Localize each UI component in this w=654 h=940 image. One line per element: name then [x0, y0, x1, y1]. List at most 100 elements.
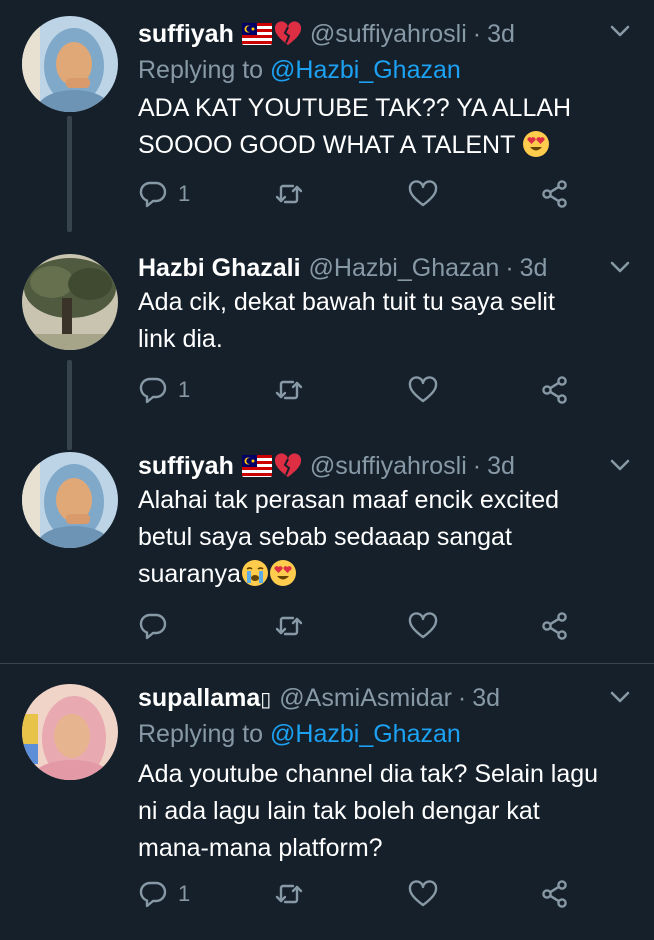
share-icon — [540, 879, 570, 909]
tweet-header: supallama▯ @AsmiAsmidar · 3d — [138, 678, 500, 718]
display-name[interactable]: suffiyah — [138, 20, 234, 49]
separator-dot: · — [472, 19, 482, 48]
share-button[interactable] — [540, 174, 570, 214]
chevron-down-icon[interactable] — [610, 260, 630, 274]
like-icon — [408, 179, 438, 209]
tweet-text: Alahai tak perasan maaf encik excited be… — [138, 482, 638, 593]
timestamp[interactable]: 3d — [487, 452, 515, 481]
replying-to: Replying to @Hazbi_Ghazan — [138, 56, 461, 85]
reply-button[interactable]: 1 — [138, 874, 190, 914]
separator-dot: · — [457, 683, 467, 712]
malaysia-flag-icon — [242, 23, 272, 45]
like-button[interactable] — [408, 606, 438, 646]
retweet-icon — [274, 179, 304, 209]
reply-button[interactable]: 1 — [138, 370, 190, 410]
text-line: link dia. — [138, 325, 223, 353]
tweet[interactable]: suffiyah @suffiyahrosli · 3d Replying to… — [0, 12, 654, 232]
chevron-down-icon[interactable] — [610, 458, 630, 472]
share-button[interactable] — [540, 606, 570, 646]
replying-label: Replying to — [138, 720, 264, 748]
display-name-suffix: ▯ — [260, 688, 272, 711]
tweet-text: ADA KAT YOUTUBE TAK?? YA ALLAH SOOOO GOO… — [138, 90, 638, 164]
text-line: mana-mana platform? — [138, 834, 383, 862]
retweet-icon — [274, 611, 304, 641]
crying-face-emoji-icon — [241, 559, 269, 587]
share-icon — [540, 179, 570, 209]
username[interactable]: @suffiyahrosli — [310, 452, 467, 481]
chevron-down-icon[interactable] — [610, 690, 630, 704]
tweet-actions: 1 — [138, 874, 598, 914]
username[interactable]: @AsmiAsmidar — [279, 684, 452, 713]
heart-eyes-emoji-icon — [522, 130, 550, 158]
retweet-button[interactable] — [274, 606, 304, 646]
text-line: Ada cik, dekat bawah tuit tu saya selit — [138, 288, 555, 316]
avatar[interactable] — [22, 254, 118, 350]
broken-heart-icon — [274, 21, 302, 47]
share-button[interactable] — [540, 370, 570, 410]
share-button[interactable] — [540, 874, 570, 914]
avatar[interactable] — [22, 452, 118, 548]
tweet-text: Ada cik, dekat bawah tuit tu saya selit … — [138, 284, 638, 358]
retweet-button[interactable] — [274, 370, 304, 410]
like-button[interactable] — [408, 174, 438, 214]
text-line: SOOOO GOOD WHAT A TALENT — [138, 131, 515, 159]
replying-to: Replying to @Hazbi_Ghazan — [138, 720, 461, 749]
text-line: suaranya — [138, 560, 241, 588]
display-name[interactable]: suffiyah — [138, 452, 234, 481]
like-icon — [408, 611, 438, 641]
thread-line — [67, 360, 72, 450]
text-line-with-emoji: SOOOO GOOD WHAT A TALENT — [138, 127, 638, 164]
tweet-divider — [0, 663, 654, 664]
timestamp[interactable]: 3d — [487, 20, 515, 49]
reply-count: 1 — [178, 377, 191, 402]
tweet-header: Hazbi Ghazali @Hazbi_Ghazan · 3d — [138, 248, 547, 288]
avatar[interactable] — [22, 16, 118, 112]
reply-mention-link[interactable]: @Hazbi_Ghazan — [270, 720, 461, 748]
tweet-header: suffiyah @suffiyahrosli · 3d — [138, 14, 515, 54]
share-icon — [540, 375, 570, 405]
chevron-down-icon[interactable] — [610, 24, 630, 38]
tweet-actions: 1 — [138, 370, 598, 410]
heart-eyes-emoji-icon — [269, 559, 297, 587]
text-line-with-emoji: suaranya — [138, 556, 638, 593]
tweet-actions — [138, 606, 598, 646]
like-icon — [408, 375, 438, 405]
display-name-text: supallama — [138, 683, 261, 712]
reply-count: 1 — [178, 181, 191, 206]
like-button[interactable] — [408, 874, 438, 914]
reply-icon — [138, 879, 168, 909]
retweet-icon — [274, 375, 304, 405]
timestamp[interactable]: 3d — [472, 684, 500, 713]
tweet[interactable]: supallama▯ @AsmiAsmidar · 3d Replying to… — [0, 682, 654, 932]
display-name[interactable]: Hazbi Ghazali — [138, 254, 301, 283]
text-line: ADA KAT YOUTUBE TAK?? YA ALLAH — [138, 94, 572, 122]
separator-dot: · — [505, 253, 514, 282]
separator-dot: · — [472, 451, 482, 480]
reply-count: 1 — [178, 881, 191, 906]
reply-mention-link[interactable]: @Hazbi_Ghazan — [270, 56, 461, 84]
share-icon — [540, 611, 570, 641]
tweet[interactable]: suffiyah @suffiyahrosli · 3d Alahai tak … — [0, 450, 654, 660]
text-line: Alahai tak perasan maaf encik excited — [138, 486, 560, 514]
reply-icon — [138, 179, 168, 209]
timeline: suffiyah @suffiyahrosli · 3d Replying to… — [0, 0, 654, 940]
timestamp[interactable]: 3d — [520, 254, 548, 283]
tweet[interactable]: Hazbi Ghazali @Hazbi_Ghazan · 3d Ada cik… — [0, 250, 654, 450]
retweet-button[interactable] — [274, 174, 304, 214]
name-emoji — [242, 453, 302, 479]
reply-button[interactable] — [138, 606, 178, 646]
avatar[interactable] — [22, 684, 118, 780]
like-button[interactable] — [408, 370, 438, 410]
reply-button[interactable]: 1 — [138, 174, 190, 214]
text-line: betul saya sebab sedaaap sangat — [138, 523, 512, 551]
text-line: ni ada lagu lain tak boleh dengar kat — [138, 797, 540, 825]
retweet-icon — [274, 879, 304, 909]
tweet-header: suffiyah @suffiyahrosli · 3d — [138, 446, 515, 486]
tweet-actions: 1 — [138, 174, 598, 214]
retweet-button[interactable] — [274, 874, 304, 914]
replying-label: Replying to — [138, 56, 264, 84]
username[interactable]: @suffiyahrosli — [310, 20, 467, 49]
username[interactable]: @Hazbi_Ghazan — [309, 254, 500, 283]
like-icon — [408, 879, 438, 909]
display-name[interactable]: supallama▯ — [138, 684, 271, 713]
